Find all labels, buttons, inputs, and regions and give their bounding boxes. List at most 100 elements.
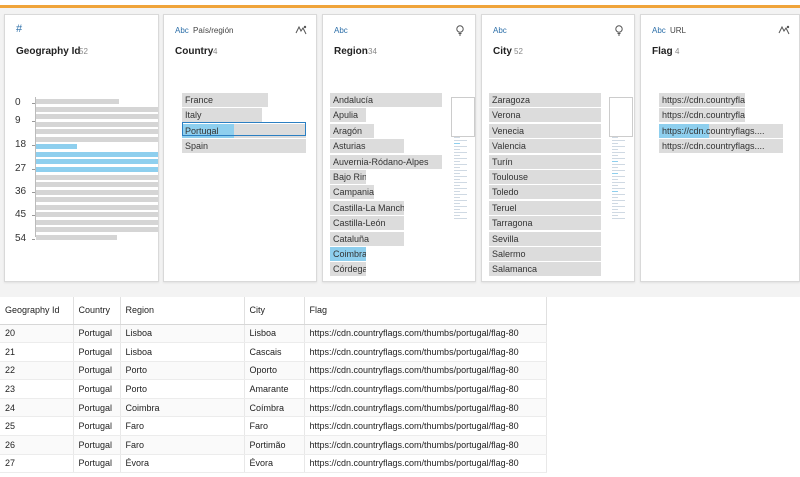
country-value-bar[interactable]: France <box>182 93 268 107</box>
histogram-bar[interactable] <box>36 234 117 240</box>
table-cell[interactable]: Faro <box>120 435 245 455</box>
region-value-bar[interactable]: Auvernia-Ródano-Alpes <box>330 154 442 169</box>
table-cell[interactable]: Portugal <box>73 342 121 362</box>
histogram-bar[interactable] <box>36 136 158 142</box>
region-value-bar[interactable]: Coimbra <box>330 247 366 261</box>
table-cell[interactable]: 27 <box>0 454 74 474</box>
table-cell[interactable]: 20 <box>0 324 74 344</box>
histogram-bar[interactable] <box>36 99 119 104</box>
histogram-bar[interactable] <box>36 197 158 203</box>
table-cell[interactable]: Lisboa <box>244 324 305 344</box>
header-city[interactable]: City <box>244 297 305 325</box>
histogram-bar[interactable] <box>36 129 158 135</box>
country-value-bar[interactable]: Italy <box>182 108 262 123</box>
table-cell[interactable]: Faro <box>120 416 245 437</box>
histogram-bar[interactable] <box>36 106 158 112</box>
flag-value-bar[interactable]: https://cdn.countryflags.... <box>659 93 745 107</box>
region-value-bar[interactable]: Aragón <box>330 123 374 138</box>
header-country[interactable]: Country <box>73 297 121 325</box>
table-cell[interactable]: https://cdn.countryflags.com/thumbs/port… <box>304 324 547 344</box>
selected-value-outline[interactable] <box>182 122 306 136</box>
flag-value-bar[interactable]: https://cdn.countryflags.... <box>659 139 783 154</box>
city-value-bar[interactable]: Valencia <box>489 139 601 154</box>
table-cell[interactable]: Lisboa <box>120 324 245 344</box>
table-cell[interactable]: https://cdn.countryflags.com/thumbs/port… <box>304 361 547 381</box>
table-cell[interactable]: Évora <box>244 454 305 474</box>
histogram-bar[interactable] <box>36 219 158 225</box>
city-minimap[interactable] <box>609 97 633 223</box>
histogram-bar[interactable] <box>36 227 158 233</box>
city-value-bar[interactable]: Verona <box>489 108 601 123</box>
table-cell[interactable]: Portugal <box>73 379 121 399</box>
city-value-bar[interactable]: Salermo <box>489 247 601 261</box>
profile-card-geography-id[interactable]: # Geography Id 52 0 9 18 27 36 45 54 <box>4 14 159 282</box>
histogram-bar[interactable] <box>36 151 158 157</box>
table-cell[interactable]: Lisboa <box>120 342 245 362</box>
histogram-bar[interactable] <box>36 159 158 165</box>
table-cell[interactable]: Porto <box>120 361 245 381</box>
table-cell[interactable]: 24 <box>0 398 74 418</box>
histogram-bar[interactable] <box>36 204 158 210</box>
profile-card-flag[interactable]: Abc URL Flag 4 https://cdn.countryflags.… <box>640 14 800 282</box>
table-cell[interactable]: Portugal <box>73 435 121 455</box>
table-cell[interactable]: https://cdn.countryflags.com/thumbs/port… <box>304 435 547 455</box>
histogram-bar[interactable] <box>36 189 158 195</box>
header-geography-id[interactable]: Geography Id <box>0 297 74 325</box>
table-cell[interactable]: Portugal <box>73 324 121 344</box>
country-value-bar[interactable]: Spain <box>182 139 306 154</box>
data-role-icon[interactable] <box>295 24 307 36</box>
table-cell[interactable]: 22 <box>0 361 74 381</box>
region-value-bar[interactable]: Bajo Rin <box>330 170 366 184</box>
table-cell[interactable]: 21 <box>0 342 74 362</box>
region-value-bar[interactable]: Apulia <box>330 108 366 123</box>
region-value-bar[interactable]: Andalucía <box>330 93 442 107</box>
table-cell[interactable]: 23 <box>0 379 74 399</box>
profile-card-city[interactable]: Abc City 52 Zaragoza Verona Venecia Valenci… <box>481 14 635 282</box>
table-cell[interactable]: https://cdn.countryflags.com/thumbs/port… <box>304 416 547 437</box>
table-cell[interactable]: Portugal <box>73 398 121 418</box>
minimap-viewport[interactable] <box>451 97 475 137</box>
table-cell[interactable]: 25 <box>0 416 74 437</box>
flag-value-bar[interactable]: https://cdn.countryflags.... <box>659 108 745 123</box>
histogram-bar[interactable] <box>36 212 158 218</box>
region-value-bar[interactable]: Castilla-La Mancha <box>330 200 404 215</box>
histogram-bar[interactable] <box>36 182 158 188</box>
histogram-bar[interactable] <box>36 174 158 180</box>
histogram-bar[interactable] <box>36 114 158 120</box>
histogram-bar[interactable] <box>36 121 158 127</box>
histogram-bar[interactable] <box>36 144 78 150</box>
header-flag[interactable]: Flag <box>304 297 547 325</box>
city-value-bar[interactable]: Teruel <box>489 200 601 215</box>
lightbulb-icon[interactable] <box>454 24 466 36</box>
city-value-bar[interactable]: Venecia <box>489 123 601 138</box>
table-cell[interactable]: Faro <box>244 416 305 437</box>
city-value-bar[interactable]: Toledo <box>489 185 601 200</box>
table-row[interactable]: 25 Portugal Faro Faro https://cdn.countryfla… <box>0 416 547 437</box>
table-row[interactable]: 21 Portugal Lisboa Cascais https://cdn.count… <box>0 342 547 362</box>
table-cell[interactable]: https://cdn.countryflags.com/thumbs/port… <box>304 379 547 399</box>
profile-card-country[interactable]: Abc País/región Country 4 France Italy Por… <box>163 14 317 282</box>
minimap-viewport[interactable] <box>609 97 633 137</box>
table-cell[interactable]: Portugal <box>73 454 121 474</box>
city-value-bar[interactable]: Zaragoza <box>489 93 601 107</box>
table-cell[interactable]: Amarante <box>244 379 305 399</box>
city-value-bar[interactable]: Toulouse <box>489 170 601 184</box>
table-cell[interactable]: Portimão <box>244 435 305 455</box>
table-cell[interactable]: Portugal <box>73 361 121 381</box>
flag-value-bar[interactable]: https://cdn.countryflags.... <box>659 123 783 138</box>
region-value-bar[interactable]: Córdega <box>330 262 366 277</box>
profile-card-region[interactable]: Abc Region 34 Andalucía Apulia Aragón Astur… <box>322 14 476 282</box>
table-cell[interactable]: Évora <box>120 454 245 474</box>
region-minimap[interactable] <box>451 97 475 223</box>
city-value-bar[interactable]: Salamanca <box>489 262 601 277</box>
table-cell[interactable]: Coimbra <box>120 398 245 418</box>
histogram-bar[interactable] <box>36 166 158 172</box>
lightbulb-icon[interactable] <box>613 24 625 36</box>
table-row[interactable]: 22 Portugal Porto Oporto https://cdn.country… <box>0 361 547 381</box>
region-value-bar[interactable]: Asturias <box>330 139 404 154</box>
table-cell[interactable]: https://cdn.countryflags.com/thumbs/port… <box>304 454 547 474</box>
table-cell[interactable]: https://cdn.countryflags.com/thumbs/port… <box>304 398 547 418</box>
city-value-bar[interactable]: Turín <box>489 154 601 169</box>
table-cell[interactable]: Porto <box>120 379 245 399</box>
region-value-bar[interactable]: Castilla-León <box>330 216 404 231</box>
